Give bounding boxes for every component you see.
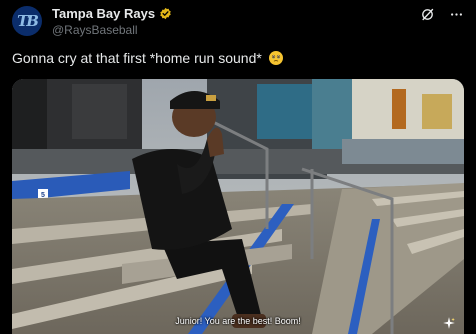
post-text: Gonna cry at that first *home run sound* <box>12 50 284 66</box>
post: TB Tampa Bay Rays @RaysBaseball Gonna cr… <box>0 0 476 334</box>
seat-number: 5 <box>41 192 45 199</box>
video-subtitle: Junior! You are the best! Boom! <box>175 316 301 326</box>
stadium-video-frame: 5 <box>12 79 464 334</box>
post-text-content: Gonna cry at that first *home run sound* <box>12 50 262 66</box>
grok-icon[interactable] <box>420 7 435 22</box>
face-holding-back-tears-emoji <box>268 51 283 65</box>
post-actions-top <box>420 7 464 22</box>
account-handle[interactable]: @RaysBaseball <box>52 23 138 37</box>
video-player[interactable]: 5 Junior! You are the best! Boom! <box>12 79 464 334</box>
display-name[interactable]: Tampa Bay Rays <box>52 6 155 21</box>
verified-badge-icon <box>160 7 171 20</box>
more-icon[interactable] <box>449 7 464 22</box>
sparkle-icon[interactable] <box>442 316 456 330</box>
author-name-row: Tampa Bay Rays <box>52 6 172 21</box>
avatar-initials: TB <box>17 12 39 30</box>
avatar[interactable]: TB <box>12 6 42 36</box>
